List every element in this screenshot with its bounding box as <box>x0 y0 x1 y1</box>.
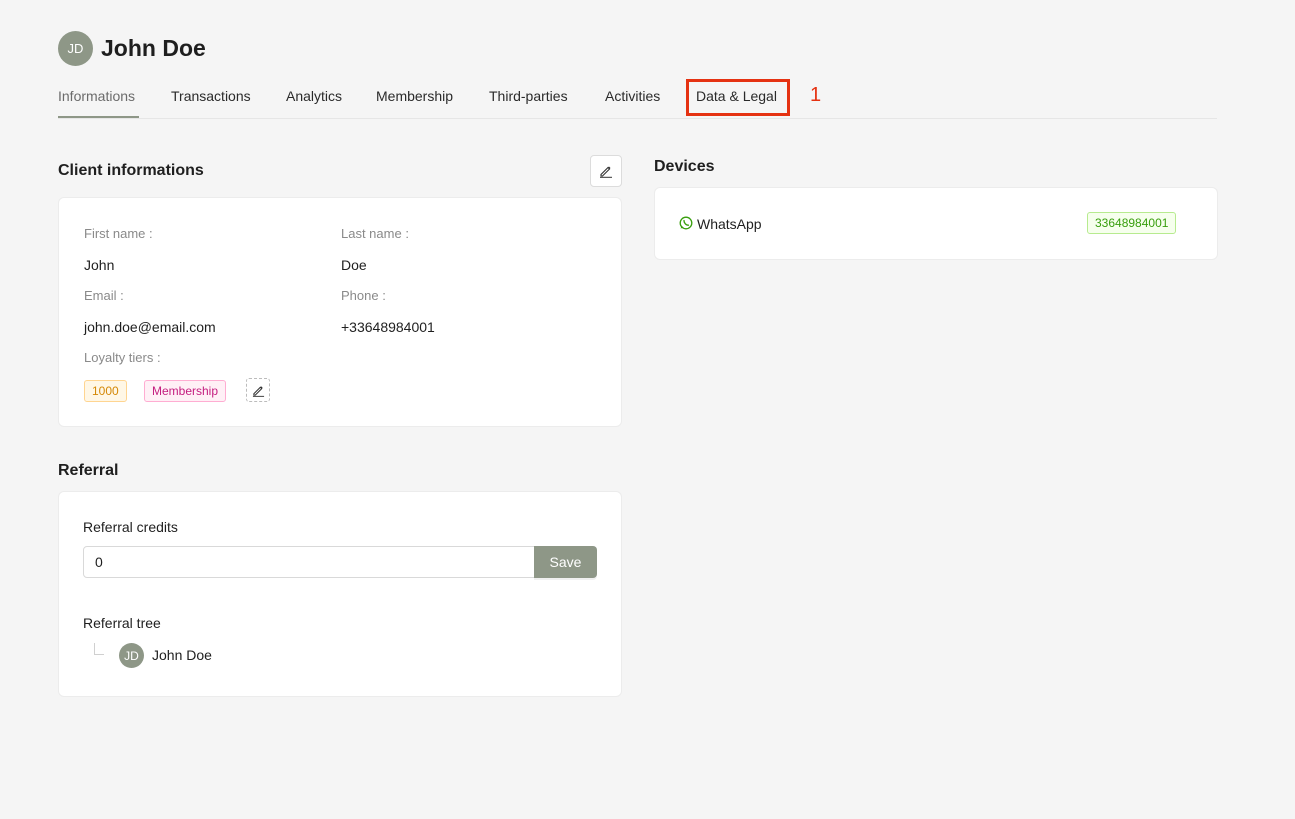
save-button[interactable]: Save <box>534 546 597 578</box>
avatar: JD <box>119 643 144 668</box>
tab-activities[interactable]: Activities <box>605 78 660 118</box>
last-name-value: Doe <box>341 257 367 273</box>
page-title: John Doe <box>101 35 206 61</box>
device-name: WhatsApp <box>697 216 762 232</box>
tab-informations[interactable]: Informations <box>58 78 135 118</box>
device-number-tag: 33648984001 <box>1087 212 1177 234</box>
edit-icon <box>252 385 264 397</box>
tab-data-legal[interactable]: Data & Legal <box>696 78 777 118</box>
edit-loyalty-tiers-button[interactable] <box>246 378 270 402</box>
avatar: JD <box>58 31 93 66</box>
referral-title: Referral <box>58 462 119 479</box>
phone-label: Phone : <box>341 288 386 303</box>
email-label: Email : <box>84 288 124 303</box>
phone-value: +33648984001 <box>341 319 435 335</box>
client-info-title: Client informations <box>58 162 204 179</box>
tab-third-parties[interactable]: Third-parties <box>489 78 568 118</box>
tab-bar: Informations Transactions Analytics Memb… <box>58 78 1217 119</box>
tab-membership[interactable]: Membership <box>376 78 453 118</box>
last-name-label: Last name : <box>341 226 409 241</box>
first-name-label: First name : <box>84 226 153 241</box>
annotation-number: 1 <box>810 84 822 106</box>
referral-credits-input[interactable] <box>83 546 535 578</box>
first-name-value: John <box>84 257 115 273</box>
membership-tag: Membership <box>144 380 227 402</box>
referral-tree-node-name: John Doe <box>152 647 212 663</box>
loyalty-tier-tag: 1000 <box>84 380 127 402</box>
devices-title: Devices <box>654 158 715 175</box>
email-value: john.doe@email.com <box>84 319 216 335</box>
loyalty-tiers-label: Loyalty tiers : <box>84 350 161 365</box>
tab-analytics[interactable]: Analytics <box>286 78 342 118</box>
referral-credits-label: Referral credits <box>83 519 178 535</box>
referral-tree-label: Referral tree <box>83 615 161 631</box>
tree-connector <box>94 643 104 655</box>
profile-header: JD John Doe <box>58 31 206 66</box>
edit-icon <box>600 166 612 178</box>
edit-client-info-button[interactable] <box>590 155 622 187</box>
active-tab-indicator <box>58 116 139 118</box>
whatsapp-icon <box>679 216 693 230</box>
tab-transactions[interactable]: Transactions <box>171 78 251 118</box>
